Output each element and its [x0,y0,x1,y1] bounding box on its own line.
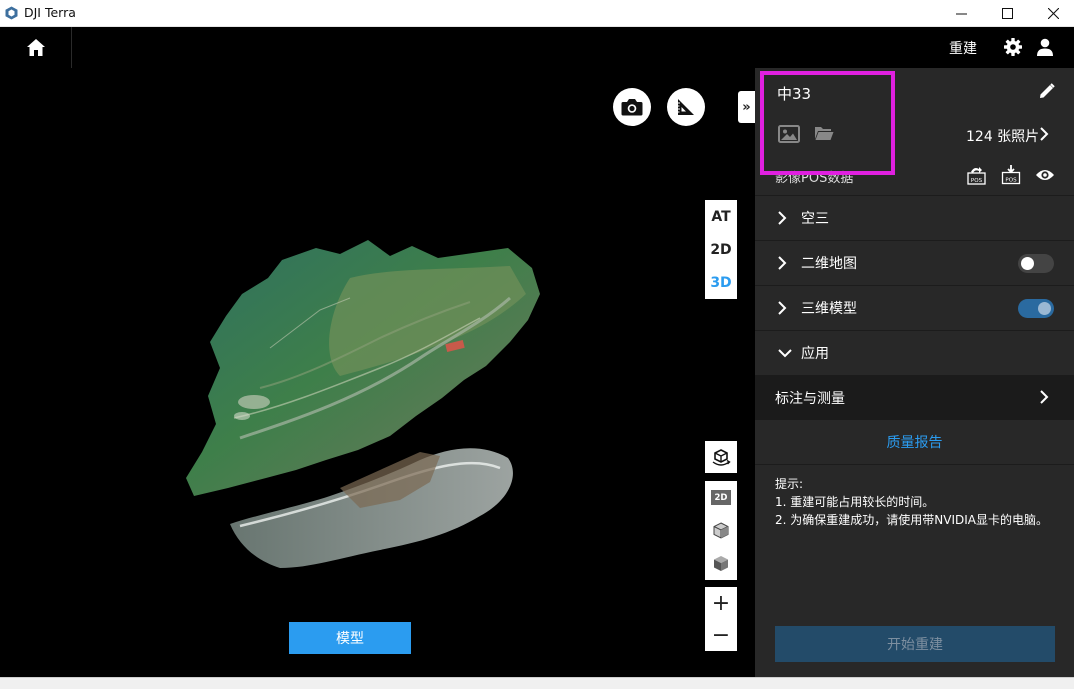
view-3d-tab[interactable]: 3D [705,266,737,299]
section-applications[interactable]: 应用 [755,330,1074,375]
cube-solid-icon [714,556,728,571]
section-2d-map[interactable]: 二维地图 [755,240,1074,285]
app-logo-icon [5,6,18,20]
home-button[interactable] [0,27,72,68]
ruler-triangle-icon [678,99,694,115]
toggle-knob [1038,302,1051,315]
model3d-toggle[interactable] [1018,299,1054,318]
zoom-controls: + − [705,587,737,651]
annotation-measure-item[interactable]: 标注与测量 [755,375,1074,420]
top-nav-bar: 重建 [0,27,1074,68]
render-2d-badge: 2D [711,490,731,505]
title-bar: DJI Terra [0,0,1074,27]
tips-line: 1. 重建可能占用较长的时间。 [775,495,935,509]
annotation-label: 标注与测量 [775,390,845,407]
close-button[interactable] [1030,0,1074,27]
maximize-icon [1001,8,1013,19]
chevron-right-icon[interactable] [1039,126,1049,142]
quality-report-link[interactable]: 质量报告 [755,420,1074,465]
eye-icon[interactable] [1035,168,1055,182]
section-label: 应用 [801,346,829,362]
chevron-right-icon [778,256,787,270]
rotate-cube-icon [712,449,731,466]
pencil-icon[interactable] [1039,83,1055,99]
chevron-right-icon [1040,390,1049,404]
highlight-annotation-box [760,71,895,175]
zoom-out-button[interactable]: − [705,619,737,651]
minimize-button[interactable] [938,0,984,27]
maximize-button[interactable] [984,0,1030,27]
zoom-in-button[interactable]: + [705,587,737,619]
collapse-panel-button[interactable]: » [738,91,755,123]
start-rebuild-button[interactable]: 开始重建 [775,626,1055,662]
chevron-right-icon [778,301,787,315]
reset-view-button[interactable] [705,441,737,473]
close-icon [1047,8,1059,19]
rebuild-nav-label[interactable]: 重建 [949,38,977,58]
tips-line: 2. 为确保重建成功，请使用带NVIDIA显卡的电脑。 [775,513,1048,527]
render-2d-button[interactable]: 2D [705,481,737,514]
view-mode-switch: AT 2D 3D [705,200,737,299]
pos-import-badge: POS [971,178,983,184]
pos-import-icon[interactable]: POS [965,165,987,185]
terrain-3d-model[interactable] [180,238,550,593]
window-title: DJI Terra [24,5,76,20]
user-icon[interactable] [1035,37,1055,57]
section-label: 二维地图 [801,256,857,272]
minimize-icon [955,13,967,15]
toggle-knob [1021,257,1034,270]
tips-block: 提示: 1. 重建可能占用较长的时间。 2. 为确保重建成功，请使用带NVIDI… [775,475,1048,529]
pos-export-badge: POS [1005,178,1017,184]
camera-icon [621,99,643,116]
model-viewport[interactable]: » AT 2D 3D 2D + − 模型 [0,68,755,677]
screenshot-button[interactable] [613,88,651,126]
model-button[interactable]: 模型 [289,622,411,654]
tips-title: 提示: [775,477,804,491]
bottom-status-strip [0,677,1074,689]
section-label: 三维模型 [801,301,857,317]
section-label: 空三 [801,211,829,227]
render-mode-group: 2D [705,481,737,580]
project-side-panel: 中33 124 张照片 影像POS数据 POS POS 空三 二维地图 三维模型… [755,68,1074,677]
gear-icon[interactable] [1003,37,1023,57]
map2d-toggle[interactable] [1018,254,1054,273]
view-2d-tab[interactable]: 2D [705,233,737,266]
render-mesh-button[interactable] [705,514,737,547]
measure-tool-button[interactable] [667,88,705,126]
section-aerial-triangulation[interactable]: 空三 [755,195,1074,240]
home-icon [26,39,45,56]
chevron-down-icon [778,349,792,358]
render-texture-button[interactable] [705,547,737,580]
pos-export-icon[interactable]: POS [1001,165,1021,185]
chevron-right-icon [778,211,787,225]
section-3d-model[interactable]: 三维模型 [755,285,1074,330]
view-at-tab[interactable]: AT [705,200,737,233]
photo-count[interactable]: 124 张照片 [966,126,1039,146]
cube-outline-icon [713,522,729,539]
